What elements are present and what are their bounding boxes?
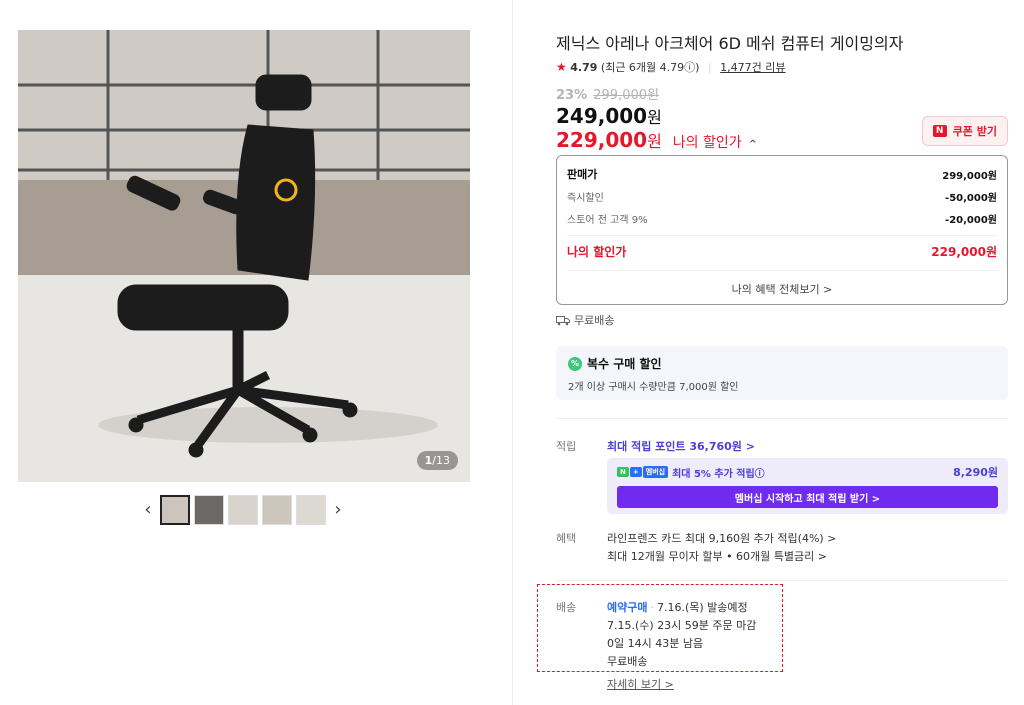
rating-score: 4.79 <box>570 61 598 74</box>
breakdown-row: 판매가 299,000원 <box>567 168 997 182</box>
thumbnail[interactable] <box>296 495 326 525</box>
membership-badge: 멤버십 <box>642 466 669 478</box>
chair-photo <box>18 30 470 482</box>
naver-n-icon: N <box>932 125 947 137</box>
thumbnail[interactable] <box>160 495 190 525</box>
delivery-fee: 무료배송 <box>607 655 648 668</box>
benefits-label: 혜택 <box>556 532 577 545</box>
order-cutoff: 7.15.(수) 23시 59분 주문 마감 <box>607 619 757 632</box>
time-remaining: 0일 14시 43분 남음 <box>607 637 704 650</box>
prev-image-arrow[interactable]: ‹ <box>140 495 156 525</box>
product-gallery: 1/13 ‹ › <box>0 0 512 705</box>
delivery-detail-link[interactable]: 자세히 보기 > <box>607 676 674 692</box>
my-discount-price[interactable]: 229,000원 나의 할인가 ^ <box>556 128 757 152</box>
thumbnail[interactable] <box>228 495 258 525</box>
naver-n-icon: N <box>617 467 629 477</box>
product-info: 제닉스 아레나 아크체어 6D 메쉬 컴퓨터 게이밍의자 ★ 4.79 (최근 … <box>556 0 1008 705</box>
delivery-schedule: 예약구매 · 7.16.(목) 발송예정 <box>607 601 748 614</box>
review-count-link[interactable]: 1,477건 리뷰 <box>720 61 785 74</box>
plus-icon: + <box>629 467 642 477</box>
discount-rate: 23% <box>556 88 588 103</box>
star-icon: ★ <box>556 60 567 74</box>
chevron-up-icon: ^ <box>748 139 758 150</box>
original-price: 299,000 <box>593 88 648 103</box>
membership-box: N + 멤버십 최대 5% 추가 적립ⓘ 8,290원 멤버십 시작하고 최대 … <box>607 458 1008 514</box>
rating-recent: (최근 6개월 4.79ⓘ) <box>600 61 700 74</box>
installment-benefit-link[interactable]: 최대 12개월 무이자 할부 • 60개월 특별금리 > <box>607 548 827 564</box>
column-divider <box>512 0 513 705</box>
next-image-arrow[interactable]: › <box>330 495 346 525</box>
original-price-row: 23% 299,000원 <box>556 88 659 103</box>
all-benefits-link[interactable]: 나의 혜택 전체보기 > <box>567 270 997 307</box>
points-label: 적립 <box>556 440 577 453</box>
coupon-button[interactable]: N 쿠폰 받기 <box>921 116 1008 146</box>
product-title: 제닉스 아레나 아크체어 6D 메쉬 컴퓨터 게이밍의자 <box>556 34 904 53</box>
thumbnail-strip: ‹ › <box>140 494 346 526</box>
product-main-image[interactable]: 1/13 <box>18 30 470 482</box>
multi-buy-discount: % 복수 구매 할인 2개 이상 구매시 수량만큼 7,000원 할인 <box>556 346 1008 400</box>
max-points-link[interactable]: 최대 적립 포인트 36,760원 > <box>607 438 755 454</box>
breakdown-final-row: 나의 할인가 229,000원 <box>567 235 997 266</box>
card-benefit-link[interactable]: 라인프렌즈 카드 최대 9,160원 추가 적립(4%) > <box>607 530 836 546</box>
truck-icon <box>556 315 570 325</box>
price-breakdown: 판매가 299,000원 즉시할인 -50,000원 스토어 전 고객 9% -20,… <box>556 155 1008 305</box>
sale-price: 249,000원 <box>556 104 662 128</box>
thumbnail[interactable] <box>262 495 292 525</box>
free-shipping-row: 무료배송 <box>556 312 614 328</box>
breakdown-row: 스토어 전 고객 9% -20,000원 <box>567 214 997 226</box>
breakdown-row: 즉시할인 -50,000원 <box>567 192 997 204</box>
thumbnail[interactable] <box>194 495 224 525</box>
membership-points-value: 8,290원 <box>953 466 998 479</box>
membership-start-button[interactable]: 멤버십 시작하고 최대 적립 받기 > <box>617 486 998 508</box>
rating-row: ★ 4.79 (최근 6개월 4.79ⓘ) | 1,477건 리뷰 <box>556 60 786 74</box>
percent-icon: % <box>568 356 582 371</box>
image-counter: 1/13 <box>416 451 458 470</box>
delivery-label: 배송 <box>556 601 577 614</box>
